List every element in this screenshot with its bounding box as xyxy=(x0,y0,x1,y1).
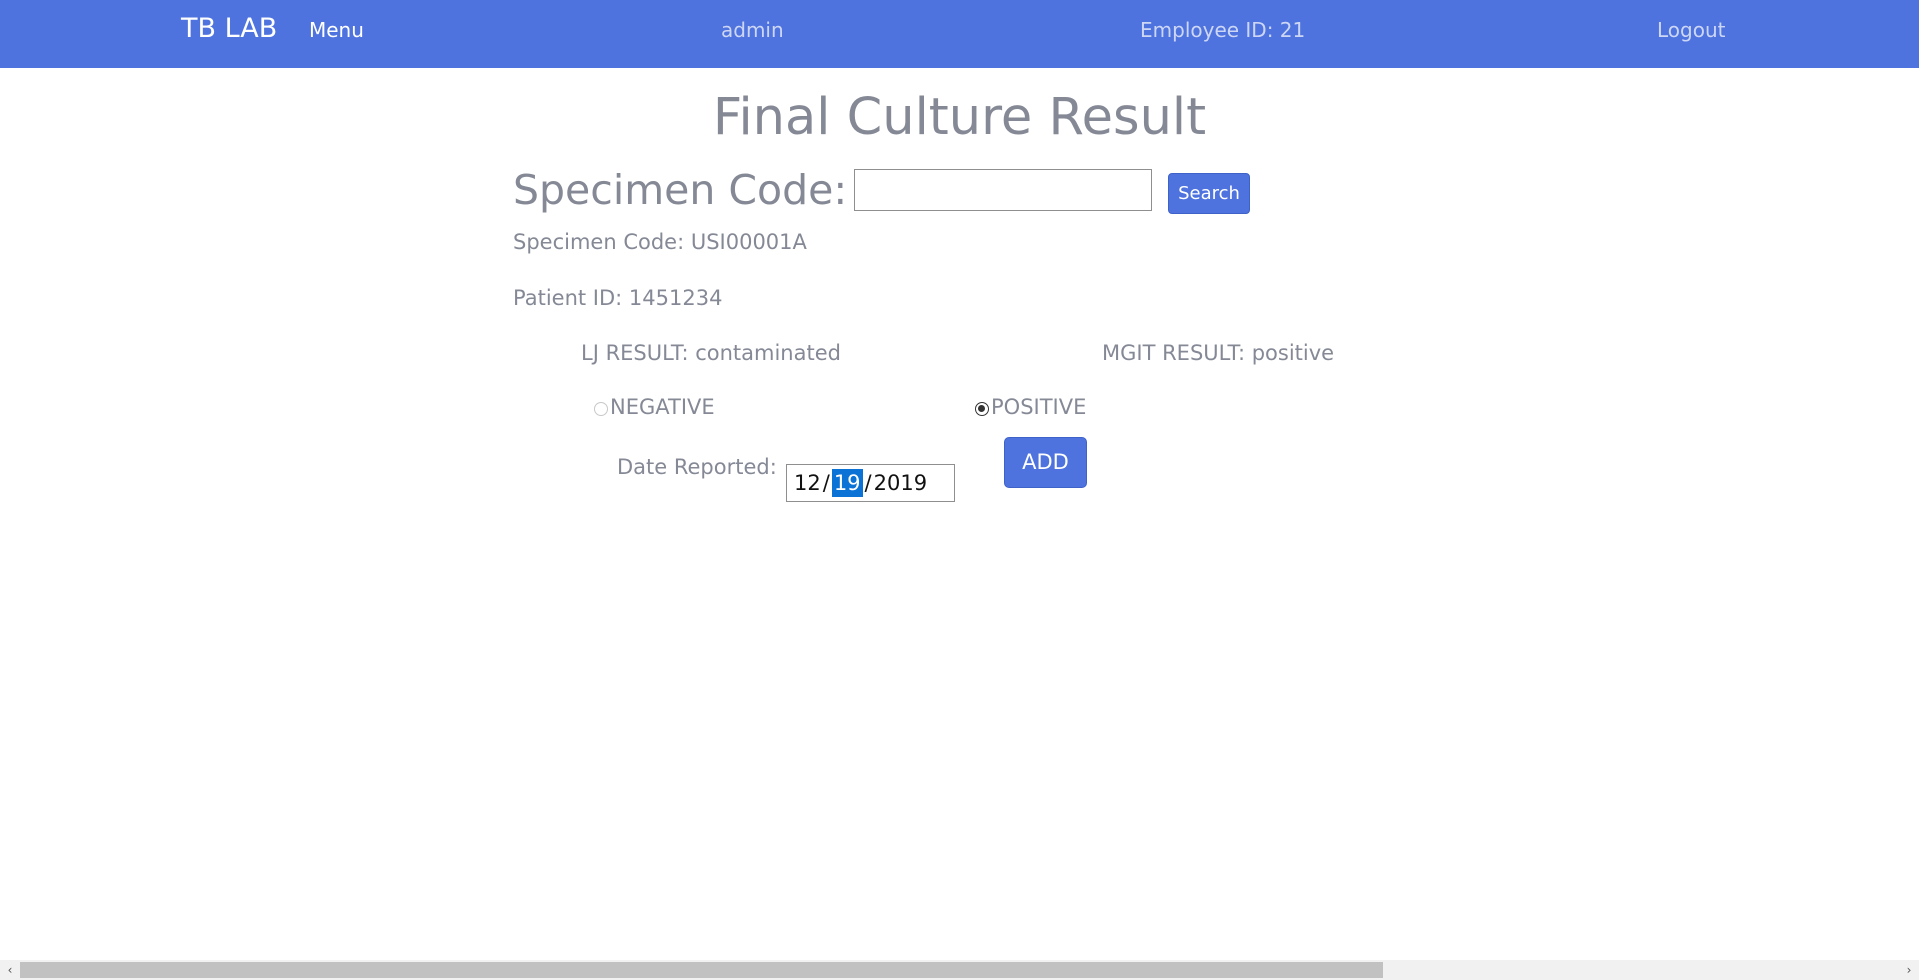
logout-link[interactable]: Logout xyxy=(1657,18,1725,42)
scroll-left-arrow-icon[interactable]: ‹ xyxy=(0,960,20,980)
menu-link[interactable]: Menu xyxy=(309,18,364,42)
date-day-segment[interactable]: 19 xyxy=(831,469,863,497)
page-title: Final Culture Result xyxy=(712,88,1207,147)
date-separator: / xyxy=(822,471,830,495)
date-separator: / xyxy=(864,471,872,495)
positive-radio-label: POSITIVE xyxy=(991,395,1087,419)
date-reported-label: Date Reported: xyxy=(617,455,777,479)
brand-logo[interactable]: TB LAB xyxy=(181,13,277,45)
specimen-code-heading: Specimen Code: xyxy=(513,166,848,214)
top-navbar: TB LAB Menu admin Employee ID: 21 Logout xyxy=(0,0,1919,68)
horizontal-scrollbar[interactable]: ‹ › xyxy=(0,960,1919,980)
scrollbar-thumb[interactable] xyxy=(20,962,1383,978)
patient-id-value: Patient ID: 1451234 xyxy=(513,286,723,310)
specimen-code-search-input[interactable] xyxy=(854,169,1152,211)
positive-radio-option[interactable]: POSITIVE xyxy=(975,394,1086,420)
add-button[interactable]: ADD xyxy=(1004,437,1087,488)
specimen-code-value: Specimen Code: USI00001A xyxy=(513,230,807,254)
mgit-result-value: MGIT RESULT: positive xyxy=(1102,341,1335,365)
negative-radio-button[interactable] xyxy=(594,402,608,416)
date-month-segment[interactable]: 12 xyxy=(794,469,821,497)
date-year-segment[interactable]: 2019 xyxy=(874,469,927,497)
scroll-right-arrow-icon[interactable]: › xyxy=(1899,960,1919,980)
lj-result-value: LJ RESULT: contaminated xyxy=(581,341,841,365)
search-button[interactable]: Search xyxy=(1168,173,1250,214)
negative-radio-option[interactable]: NEGATIVE xyxy=(594,394,715,420)
positive-radio-button[interactable] xyxy=(975,402,989,416)
employee-id-label: Employee ID: 21 xyxy=(1140,18,1306,42)
negative-radio-label: NEGATIVE xyxy=(610,395,715,419)
date-reported-input[interactable]: 12 / 19 / 2019 xyxy=(786,464,955,502)
username-label: admin xyxy=(721,18,784,42)
